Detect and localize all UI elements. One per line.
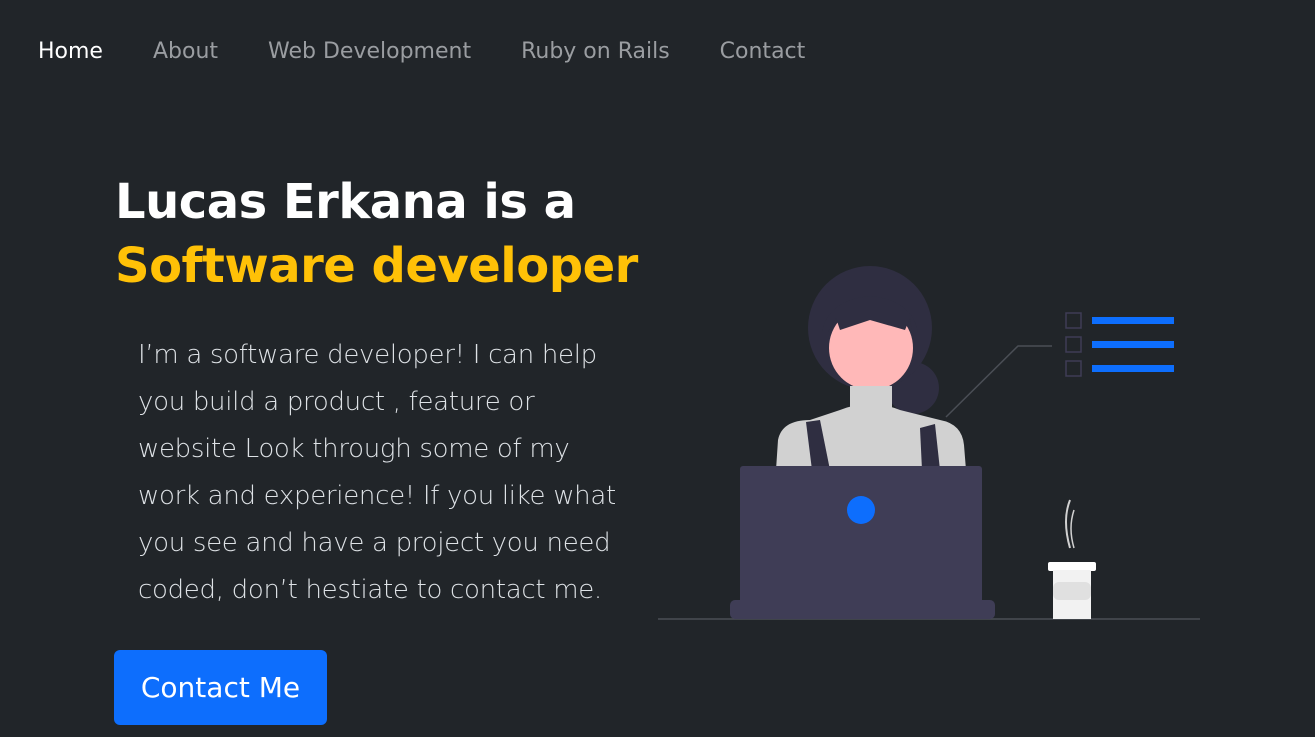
checkbox-2 xyxy=(1065,336,1082,353)
list-line-1 xyxy=(1092,317,1174,324)
nav-link-ruby-on-rails[interactable]: Ruby on Rails xyxy=(521,36,670,68)
cup-sleeve xyxy=(1053,582,1091,600)
nav-link-web-development[interactable]: Web Development xyxy=(268,36,471,68)
laptop-base xyxy=(730,600,995,619)
nav-link-about[interactable]: About xyxy=(153,36,218,68)
laptop-logo xyxy=(847,496,875,524)
checkbox-1 xyxy=(1065,312,1082,329)
hero-description: I’m a software developer! I can help you… xyxy=(138,340,616,605)
developer-at-laptop-illustration xyxy=(658,266,1200,620)
contact-me-button[interactable]: Contact Me xyxy=(114,650,327,725)
steam-2 xyxy=(1070,509,1075,549)
callout-line xyxy=(945,345,1052,418)
nav-link-contact[interactable]: Contact xyxy=(720,36,806,68)
top-navbar: Home About Web Development Ruby on Rails… xyxy=(38,36,855,68)
hero-title: Lucas Erkana is a Software developer xyxy=(115,170,638,298)
nav-link-home[interactable]: Home xyxy=(38,36,103,68)
page: Home About Web Development Ruby on Rails… xyxy=(0,0,1315,737)
checkbox-3 xyxy=(1065,360,1082,377)
hero-title-line-1: Lucas Erkana is a xyxy=(115,174,576,230)
hero-title-role: Software developer xyxy=(115,238,638,294)
list-line-3 xyxy=(1092,365,1174,372)
list-line-2 xyxy=(1092,341,1174,348)
cup-lid xyxy=(1048,562,1096,571)
laptop-screen xyxy=(740,466,982,606)
steam-1 xyxy=(1065,499,1071,549)
